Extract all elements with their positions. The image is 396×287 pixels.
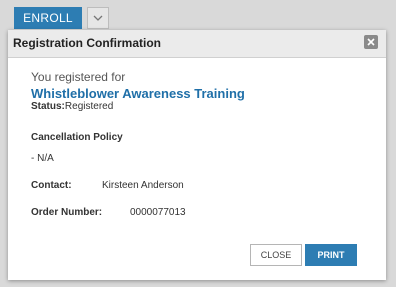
cancellation-policy-title: Cancellation Policy <box>31 132 123 143</box>
enroll-options-dropdown[interactable] <box>87 7 109 29</box>
course-title: Whistleblower Awareness Training <box>31 86 245 101</box>
status-row: Status:Registered <box>31 101 113 112</box>
enroll-button[interactable]: ENROLL <box>14 7 82 29</box>
order-number-value: 0000077013 <box>130 207 186 218</box>
close-button[interactable]: CLOSE <box>250 244 302 266</box>
dialog-title: Registration Confirmation <box>13 36 162 50</box>
dialog-header: Registration Confirmation <box>8 30 386 58</box>
top-toolbar: ENROLL <box>0 0 396 34</box>
close-icon[interactable] <box>364 35 378 49</box>
status-value: Registered <box>64 101 114 112</box>
print-button[interactable]: PRINT <box>305 244 357 266</box>
chevron-down-icon <box>93 15 103 21</box>
contact-label: Contact: <box>31 180 72 191</box>
registered-for-text: You registered for <box>31 70 126 84</box>
status-label: Status: <box>31 101 65 112</box>
contact-value: Kirsteen Anderson <box>102 180 184 191</box>
cancellation-policy-value: - N/A <box>31 153 54 164</box>
order-number-label: Order Number: <box>31 207 103 218</box>
registration-confirmation-dialog: Registration Confirmation You registered… <box>8 30 386 280</box>
